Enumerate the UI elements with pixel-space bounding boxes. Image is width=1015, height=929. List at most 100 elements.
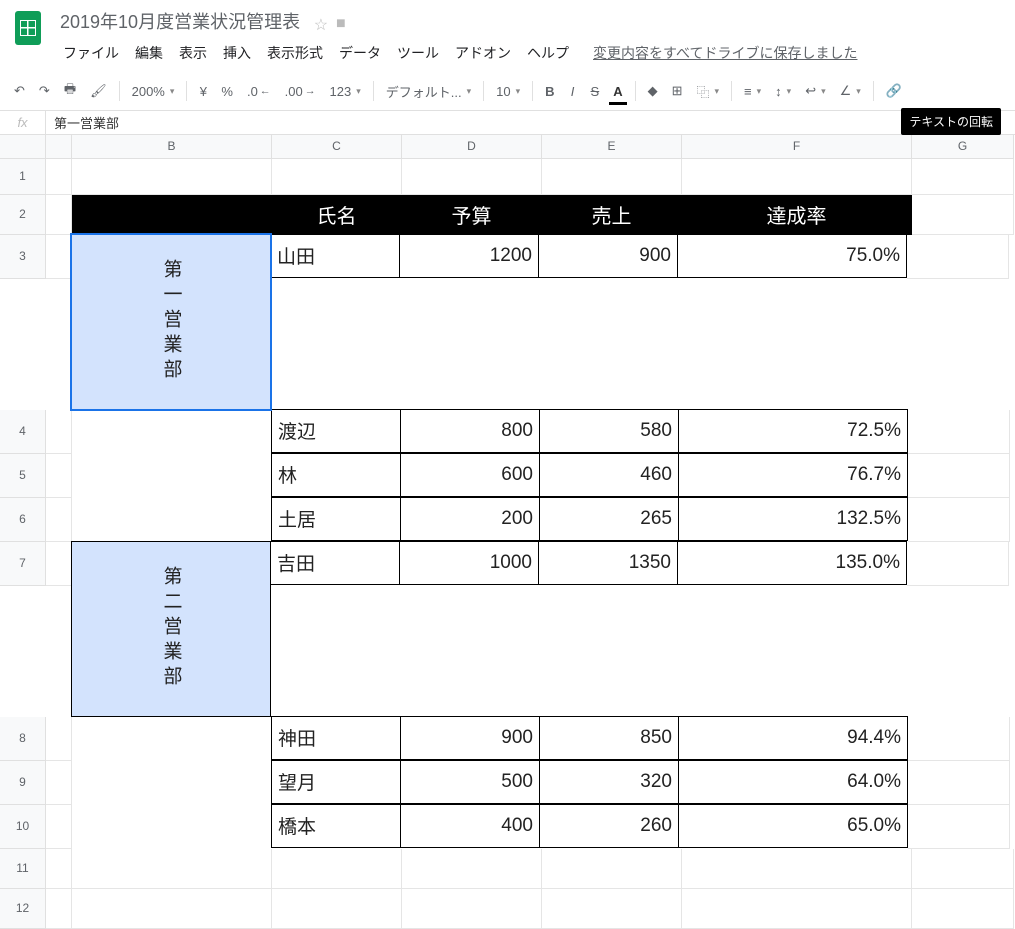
cell-budget[interactable]: 900: [400, 716, 540, 760]
print-button[interactable]: 🖶: [58, 76, 82, 106]
menu-help[interactable]: ヘルプ: [520, 39, 576, 67]
cell[interactable]: [272, 889, 402, 929]
cell-rate[interactable]: 132.5%: [678, 497, 908, 541]
cell-sales[interactable]: 1350: [538, 541, 678, 585]
font-select[interactable]: デフォルト...: [380, 78, 477, 105]
bold-button[interactable]: B: [539, 80, 560, 103]
menu-insert[interactable]: 挿入: [216, 39, 258, 67]
cell[interactable]: [46, 410, 72, 454]
rotate-button[interactable]: ∠: [834, 79, 867, 103]
paint-format-button[interactable]: 🖌: [84, 79, 113, 103]
cell[interactable]: [272, 159, 402, 195]
cell[interactable]: [72, 889, 272, 929]
col-header[interactable]: [46, 135, 72, 159]
row-header[interactable]: 7: [0, 542, 46, 586]
cell-rate[interactable]: 64.0%: [678, 760, 908, 804]
row-header[interactable]: 2: [0, 195, 46, 235]
save-status[interactable]: 変更内容をすべてドライブに保存しました: [586, 39, 864, 67]
col-header[interactable]: F: [682, 135, 912, 159]
cell[interactable]: [402, 849, 542, 889]
cell[interactable]: [46, 805, 72, 849]
cell[interactable]: [682, 849, 912, 889]
strike-button[interactable]: S: [585, 80, 606, 103]
col-header[interactable]: B: [72, 135, 272, 159]
col-header[interactable]: E: [542, 135, 682, 159]
cell[interactable]: [912, 159, 1014, 195]
col-header[interactable]: D: [402, 135, 542, 159]
cell[interactable]: [46, 159, 72, 195]
cell-budget[interactable]: 400: [400, 804, 540, 848]
cell[interactable]: [908, 805, 1010, 849]
cell-sales[interactable]: 260: [539, 804, 679, 848]
row-header[interactable]: 3: [0, 235, 46, 279]
menu-view[interactable]: 表示: [172, 39, 214, 67]
header-cell[interactable]: 達成率: [682, 195, 912, 235]
cell-budget[interactable]: 600: [400, 453, 540, 497]
cell-budget[interactable]: 500: [400, 760, 540, 804]
cell-rate[interactable]: 135.0%: [677, 541, 907, 585]
cell[interactable]: [542, 849, 682, 889]
col-header[interactable]: G: [912, 135, 1014, 159]
formula-input[interactable]: 第一営業部: [46, 113, 127, 132]
menu-data[interactable]: データ: [332, 39, 388, 67]
cell-budget[interactable]: 1200: [399, 234, 539, 278]
fontsize-select[interactable]: 10: [490, 80, 526, 103]
merged-cell-group2[interactable]: 第二営業部: [71, 541, 271, 717]
doc-title[interactable]: 2019年10月度営業状況管理表: [56, 10, 304, 34]
undo-button[interactable]: ↶: [8, 79, 31, 103]
cell[interactable]: [912, 889, 1014, 929]
cell[interactable]: [46, 235, 72, 279]
row-header[interactable]: 4: [0, 410, 46, 454]
header-cell[interactable]: 氏名: [272, 195, 402, 235]
menu-addons[interactable]: アドオン: [448, 39, 518, 67]
row-header[interactable]: 11: [0, 849, 46, 889]
row-header[interactable]: 9: [0, 761, 46, 805]
cell-sales[interactable]: 580: [539, 409, 679, 453]
merged-cell-group1[interactable]: 第一営業部: [71, 234, 271, 410]
cell[interactable]: [912, 195, 1014, 235]
star-icon[interactable]: ☆: [314, 15, 328, 35]
decrease-decimal-button[interactable]: .0←: [241, 80, 277, 103]
cell[interactable]: [46, 498, 72, 542]
cell-name[interactable]: 渡辺: [271, 409, 401, 453]
cell-name[interactable]: 望月: [271, 760, 401, 804]
more-formats-button[interactable]: 123: [324, 80, 367, 103]
cell[interactable]: [908, 761, 1010, 805]
merge-button[interactable]: ⿻: [691, 78, 726, 105]
cell[interactable]: [46, 454, 72, 498]
cell-rate[interactable]: 65.0%: [678, 804, 908, 848]
increase-decimal-button[interactable]: .00→: [279, 80, 322, 103]
col-header[interactable]: C: [272, 135, 402, 159]
cell-budget[interactable]: 200: [400, 497, 540, 541]
menu-format[interactable]: 表示形式: [260, 39, 330, 67]
cell[interactable]: [542, 159, 682, 195]
cell[interactable]: [912, 849, 1014, 889]
cell-budget[interactable]: 800: [400, 409, 540, 453]
wrap-button[interactable]: ↩: [799, 79, 831, 103]
italic-button[interactable]: I: [563, 80, 583, 103]
cell[interactable]: [72, 159, 272, 195]
cell-name[interactable]: 山田: [270, 234, 400, 278]
select-all-corner[interactable]: [0, 135, 46, 159]
currency-button[interactable]: ¥: [193, 80, 213, 103]
cell-sales[interactable]: 460: [539, 453, 679, 497]
cell[interactable]: [682, 889, 912, 929]
row-header[interactable]: 8: [0, 717, 46, 761]
cell-rate[interactable]: 94.4%: [678, 716, 908, 760]
cell-rate[interactable]: 72.5%: [678, 409, 908, 453]
cell[interactable]: [402, 889, 542, 929]
cell[interactable]: [682, 159, 912, 195]
redo-button[interactable]: ↷: [33, 79, 56, 103]
header-cell[interactable]: 売上: [542, 195, 682, 235]
cell[interactable]: [908, 410, 1010, 454]
cell[interactable]: [46, 889, 72, 929]
folder-icon[interactable]: ■: [336, 15, 346, 35]
cell[interactable]: [907, 542, 1009, 586]
cell[interactable]: [542, 889, 682, 929]
cell-name[interactable]: 吉田: [270, 541, 400, 585]
cell[interactable]: [907, 235, 1009, 279]
row-header[interactable]: 1: [0, 159, 46, 195]
fill-color-button[interactable]: ◆: [642, 79, 664, 103]
cell[interactable]: [272, 849, 402, 889]
cell[interactable]: [46, 717, 72, 761]
